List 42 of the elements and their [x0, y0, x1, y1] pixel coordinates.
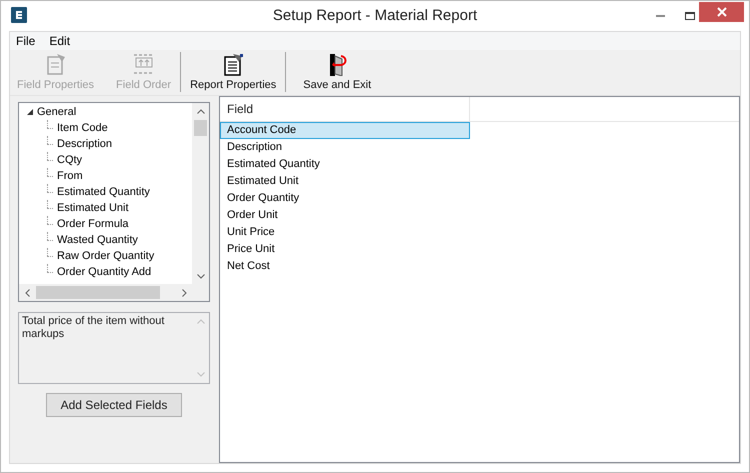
tree-item[interactable]: Wasted Quantity — [57, 232, 138, 248]
field-row[interactable]: Price Unit — [220, 241, 470, 258]
tree-item[interactable]: CQty — [57, 152, 82, 168]
menu-item[interactable]: File — [16, 32, 36, 50]
toolbar-button[interactable]: Report Properties — [183, 52, 284, 92]
scroll-up-icon[interactable] — [196, 109, 204, 114]
scroll-up-icon — [196, 319, 204, 324]
tree-item[interactable]: Description — [57, 136, 112, 152]
tree-item[interactable]: Estimated Quantity — [57, 184, 150, 200]
tree-item[interactable]: From — [57, 168, 83, 184]
tree-item[interactable]: Order Formula — [57, 216, 129, 232]
field-row[interactable]: Account Code — [220, 122, 470, 139]
field-row[interactable]: Description — [220, 139, 470, 156]
field-row[interactable]: Estimated Unit — [220, 173, 470, 190]
tree-item[interactable]: Item Code — [57, 120, 108, 136]
field-row[interactable]: Estimated Quantity — [220, 156, 470, 173]
scroll-thumb[interactable] — [194, 120, 207, 136]
scroll-down-icon[interactable] — [196, 274, 204, 279]
scroll-right-icon[interactable] — [182, 288, 187, 296]
scroll-thumb[interactable] — [36, 286, 160, 299]
app-logo-icon — [11, 7, 27, 23]
vertical-scrollbar[interactable] — [192, 103, 209, 285]
field-row[interactable]: Order Unit — [220, 207, 470, 224]
tree-item[interactable]: Raw Order Quantity — [57, 248, 154, 264]
tree-item[interactable]: Estimated Unit — [57, 200, 129, 216]
tree-item[interactable]: Order Quantity Add — [57, 264, 152, 280]
add-selected-fields-button[interactable]: Add Selected Fields — [46, 393, 182, 417]
scroll-down-icon — [196, 372, 204, 377]
menu-item[interactable]: Edit — [49, 32, 70, 50]
description-text: Total price of the item without markups — [21, 314, 166, 342]
tree-item[interactable]: General — [37, 104, 76, 120]
close-icon — [716, 7, 726, 17]
field-row[interactable]: Order Quantity — [220, 190, 470, 207]
field-row[interactable]: Net Cost — [220, 258, 470, 275]
column-header[interactable]: Field — [220, 97, 470, 121]
horizontal-scrollbar[interactable] — [19, 284, 193, 301]
window-title: Setup Report - Material Report — [272, 6, 478, 26]
field-row[interactable]: Unit Price — [220, 224, 470, 241]
expanded-arrow-icon[interactable] — [27, 109, 33, 115]
scroll-left-icon[interactable] — [25, 288, 30, 296]
toolbar-button[interactable]: Save and Exit — [296, 52, 378, 92]
close-button[interactable] — [699, 2, 744, 22]
